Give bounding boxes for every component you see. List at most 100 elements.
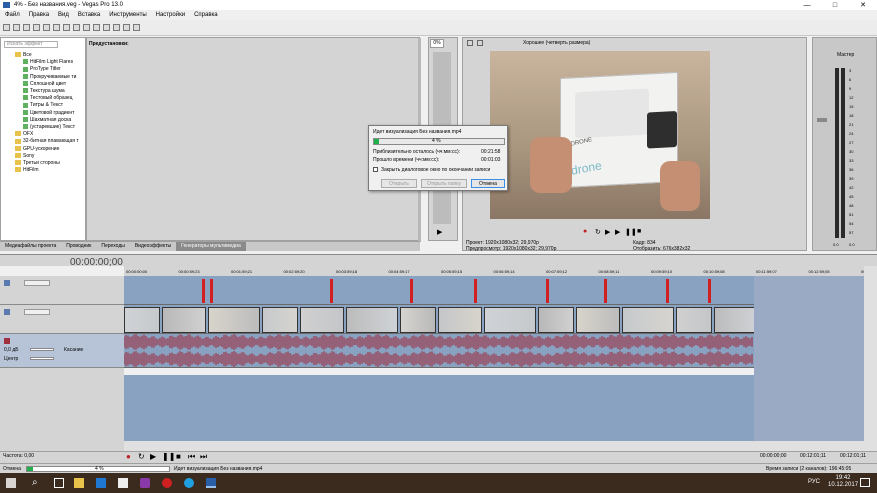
transport-loop-icon[interactable]: ↻	[138, 452, 145, 461]
delete-icon[interactable]	[93, 24, 100, 31]
track-2-name[interactable]	[24, 309, 50, 315]
video-clip[interactable]	[438, 307, 482, 333]
red-clip-marker[interactable]	[546, 279, 549, 303]
track-lane-audio[interactable]	[123, 333, 754, 368]
video-clip[interactable]	[676, 307, 712, 333]
properties-icon[interactable]	[53, 24, 60, 31]
pause-icon[interactable]: ❚❚	[625, 228, 637, 236]
timeline-vertical-scrollbar[interactable]	[864, 266, 877, 451]
close-button[interactable]: ✕	[849, 0, 877, 10]
explorer-icon[interactable]	[74, 478, 84, 488]
transport-stop-icon[interactable]: ■	[176, 452, 181, 461]
red-clip-marker[interactable]	[210, 279, 213, 303]
close-on-finish-checkbox[interactable]	[373, 167, 378, 172]
paste-icon[interactable]	[83, 24, 90, 31]
search-input[interactable]: Искать эффект	[4, 41, 58, 48]
tab-media-generators[interactable]: Генераторы мультимедиа	[176, 242, 246, 251]
clock[interactable]: 19:42 10.12.2017	[828, 475, 858, 489]
search-icon[interactable]: ⌕	[32, 477, 38, 488]
save-icon[interactable]	[23, 24, 30, 31]
opera-icon[interactable]	[162, 478, 172, 488]
minimize-button[interactable]: —	[793, 0, 821, 10]
menu-settings[interactable]: Настройки	[156, 12, 185, 18]
tab-transitions[interactable]: Переходы	[96, 242, 129, 251]
render-icon[interactable]	[43, 24, 50, 31]
tab-video-fx[interactable]: Видеоэффекты	[130, 242, 176, 251]
open-button[interactable]: Открыть	[381, 179, 417, 188]
video-clip[interactable]	[300, 307, 344, 333]
red-clip-marker[interactable]	[708, 279, 711, 303]
video-clip[interactable]	[346, 307, 398, 333]
video-clip[interactable]	[576, 307, 620, 333]
play-icon[interactable]: ▶	[615, 228, 620, 236]
timeline-empty-area[interactable]	[124, 375, 864, 441]
cancel-render-button[interactable]: Отмена	[471, 179, 505, 188]
menu-edit[interactable]: Правка	[29, 12, 49, 18]
play-from-start-icon[interactable]: ▶	[605, 228, 610, 236]
tree-item[interactable]: OFX	[15, 131, 33, 138]
transport-end-icon[interactable]: ⏭	[200, 452, 207, 462]
transport-record-icon[interactable]: ●	[126, 452, 131, 461]
preview-quality-select[interactable]: Хорошее (четверть размера)	[523, 40, 590, 46]
red-clip-marker[interactable]	[202, 279, 205, 303]
menu-view[interactable]: Вид	[58, 12, 69, 18]
track-header-video-1[interactable]	[0, 276, 124, 305]
video-clip[interactable]	[262, 307, 298, 333]
video-clip[interactable]	[400, 307, 436, 333]
timeline-horizontal-scrollbar[interactable]	[124, 441, 864, 451]
transport-play-icon[interactable]: ▶	[150, 452, 156, 461]
volume-slider[interactable]	[30, 348, 54, 351]
language-indicator[interactable]: РУС	[808, 479, 820, 485]
menu-insert[interactable]: Вставка	[78, 12, 100, 18]
tree-item[interactable]: Третьи стороны	[15, 160, 60, 167]
new-icon[interactable]	[3, 24, 10, 31]
stop-icon[interactable]: ■	[637, 228, 641, 235]
red-clip-marker[interactable]	[474, 279, 477, 303]
notification-icon[interactable]	[860, 478, 870, 487]
master-fader[interactable]	[817, 118, 827, 122]
pan-slider[interactable]	[30, 357, 54, 360]
cut-icon[interactable]	[63, 24, 70, 31]
track-lane-video-1[interactable]	[124, 276, 754, 305]
menu-file[interactable]: Файл	[5, 12, 20, 18]
redo-icon[interactable]	[113, 24, 120, 31]
preview-settings-icon[interactable]	[467, 40, 473, 46]
track-header-video-2[interactable]	[0, 305, 124, 334]
tree-item[interactable]: Тестовый образец	[23, 95, 73, 102]
edge-icon[interactable]	[96, 478, 106, 488]
task-view-icon[interactable]	[54, 478, 64, 488]
skype-icon[interactable]	[184, 478, 194, 488]
audio-mode[interactable]: Касание	[64, 347, 83, 353]
edit-tool-icon[interactable]	[123, 24, 130, 31]
app-icon-purple[interactable]	[140, 478, 150, 488]
trimmer-play-icon[interactable]: ▶	[437, 228, 442, 236]
external-monitor-icon[interactable]	[477, 40, 483, 46]
menu-help[interactable]: Справка	[194, 12, 218, 18]
tree-item[interactable]: Титры & Текст	[23, 102, 63, 109]
tab-explorer[interactable]: Проводник	[61, 242, 96, 251]
tree-item[interactable]: GPU-ускорение	[15, 146, 59, 153]
track-lane-video-2[interactable]	[124, 305, 758, 334]
tree-item[interactable]: HitFilm	[15, 167, 39, 174]
tab-project-media[interactable]: Медиафайлы проекта	[0, 242, 61, 251]
loop-icon[interactable]: ↻	[595, 228, 601, 236]
status-cancel-link[interactable]: Отмена	[3, 466, 21, 472]
tree-item[interactable]: Sony	[15, 153, 34, 160]
video-clip[interactable]	[714, 307, 758, 333]
tree-item[interactable]: Все	[15, 52, 32, 59]
red-clip-marker[interactable]	[410, 279, 413, 303]
store-icon[interactable]	[118, 478, 128, 488]
video-clip[interactable]	[484, 307, 536, 333]
transport-start-icon[interactable]: ⏮	[188, 452, 195, 462]
tree-item[interactable]: Прокручиваемые ти	[23, 74, 76, 81]
undo-icon[interactable]	[103, 24, 110, 31]
tree-item[interactable]: ProType Titler	[23, 66, 61, 73]
track-header-audio[interactable]: 0,0 дБ Касание Центр	[0, 334, 124, 368]
copy-icon[interactable]	[73, 24, 80, 31]
tree-item[interactable]: Сплошной цвет	[23, 81, 66, 88]
open-folder-button[interactable]: Открыть папку	[421, 179, 467, 188]
video-clip[interactable]	[124, 307, 160, 333]
tree-item[interactable]: Шахматная доска	[23, 117, 71, 124]
maximize-button[interactable]: □	[821, 0, 849, 10]
tree-item[interactable]: HitFilm Light Flares	[23, 59, 73, 66]
